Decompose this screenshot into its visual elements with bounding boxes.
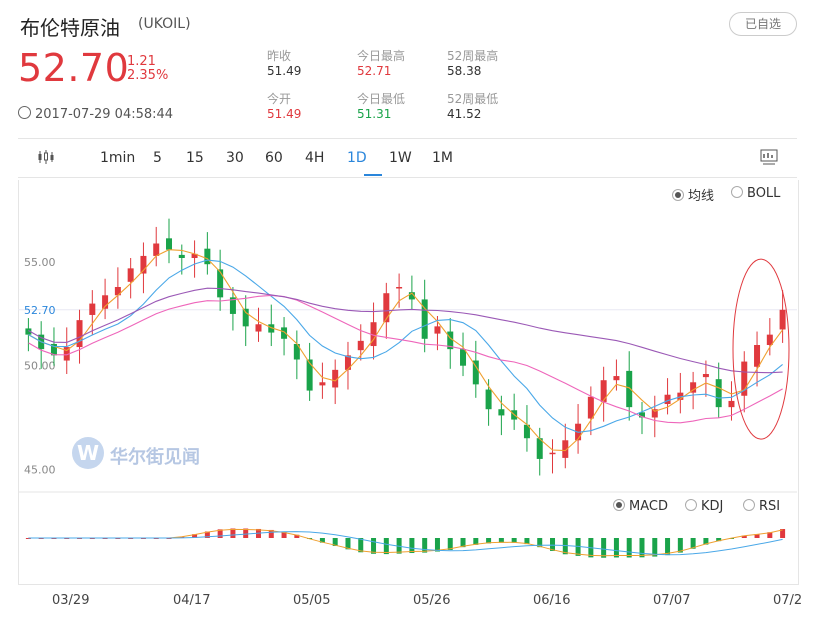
candle-body [357,340,364,351]
stat-52w-high: 52周最高 58.38 [447,49,498,79]
period-15[interactable]: 15 [186,150,204,166]
x-tick-label: 07/2 [773,593,803,608]
candle-body [217,269,224,298]
stat-value: 58.38 [447,64,482,78]
candle-body [587,396,594,419]
candle-body [613,376,620,381]
stat-label: 今日最低 [357,92,406,106]
y-tick-label: 50.00 [24,360,56,373]
stat-label: 今日最高 [357,49,406,63]
instrument-code: (UKOIL) [138,16,191,32]
candle-body [485,389,492,410]
instrument-title: 布伦特原油 [20,16,120,40]
stat-low: 今日最低 51.31 [357,92,405,122]
follow-button[interactable]: 已自选 [729,12,797,36]
stat-open: 今开 51.49 [267,92,301,122]
candle-body [715,379,722,408]
candle-body [728,400,735,408]
candlestick-type-icon[interactable] [38,150,56,164]
x-tick-label: 07/07 [653,593,691,608]
macd-bar [371,538,377,554]
macd-bar [665,538,671,556]
period-1d[interactable]: 1D [347,150,367,166]
candle-body [127,268,134,282]
period-4h[interactable]: 4H [305,150,324,166]
period-1min[interactable]: 1min [100,150,135,166]
stat-value: 51.31 [357,107,392,121]
stat-prev-close: 昨收 51.49 [267,49,301,79]
candle-body [306,359,313,391]
timestamp-text: 2017-07-29 04:58:44 [35,107,174,122]
ma-extra-long-line [28,287,783,374]
x-tick-label: 05/26 [413,593,451,608]
y-tick-label: 52.70 [24,304,56,317]
candle-body [460,349,467,366]
candle-body [89,303,96,315]
x-tick-label: 05/05 [293,593,331,608]
stat-label: 52周最低 [447,92,499,106]
watermark: 华尔街见闻 [110,447,200,468]
candle-body [779,309,786,330]
stat-label: 昨收 [267,49,292,63]
stat-label: 今开 [267,92,292,106]
ma-short-line [28,249,784,452]
period-5[interactable]: 5 [153,150,162,166]
candle-body [498,409,505,416]
highlight-circle [732,258,790,440]
macd-bar [613,538,619,558]
candle-body [166,238,173,250]
clock-icon [18,106,31,119]
macd-bar [434,538,440,552]
macd-bar [626,538,632,558]
candle-body [549,452,556,455]
macd-bar [383,538,389,555]
macd-bar [601,538,607,558]
x-tick-label: 06/16 [533,593,571,608]
boll-option[interactable]: BOLL [731,185,780,201]
candle-body [153,243,160,256]
stat-value: 52.71 [357,64,392,78]
macd-bar [639,538,645,558]
boll-option-label: BOLL [747,186,781,201]
stat-52w-low: 52周最低 41.52 [447,92,498,122]
candle-body [242,308,249,327]
active-period-indicator [364,174,382,176]
candle-body [702,374,709,378]
stat-value: 41.52 [447,107,482,121]
watermark-logo-icon: W [72,437,104,469]
stat-high: 今日最高 52.71 [357,49,405,79]
price-chart[interactable]: 55.00 52.70 50.00 45.00 [18,200,797,584]
period-toolbar: 1min 5 15 30 60 4H 1D 1W 1M [18,138,797,178]
last-price: 52.70 [18,46,130,90]
candle-body [204,248,211,265]
x-tick-label: 03/29 [52,593,90,608]
y-tick-label: 55.00 [24,256,56,269]
price-change: 1.21 2.35% [127,55,168,83]
stat-value: 51.49 [267,64,302,78]
stat-value: 51.49 [267,107,302,121]
candle-body [600,380,607,402]
macd-bar [422,538,428,553]
timestamp: 2017-07-29 04:58:44 [18,105,173,122]
candle-body [434,326,441,334]
period-60[interactable]: 60 [265,150,283,166]
period-1w[interactable]: 1W [389,150,412,166]
period-30[interactable]: 30 [226,150,244,166]
candle-body [626,370,633,408]
candle-body [396,287,403,289]
y-tick-label: 45.00 [24,463,56,476]
candle-body [319,382,326,386]
candle-body [255,324,262,332]
change-percent: 2.35% [127,68,169,83]
period-1m[interactable]: 1M [432,150,453,166]
stat-label: 52周最高 [447,49,499,63]
candle-body [664,394,671,405]
x-tick-label: 04/17 [173,593,211,608]
radio-off-icon [731,186,743,198]
candle-body [754,345,761,367]
fullscreen-icon[interactable] [760,149,778,165]
change-value: 1.21 [127,54,156,69]
candle-body [178,254,185,258]
macd-bar [409,538,415,554]
